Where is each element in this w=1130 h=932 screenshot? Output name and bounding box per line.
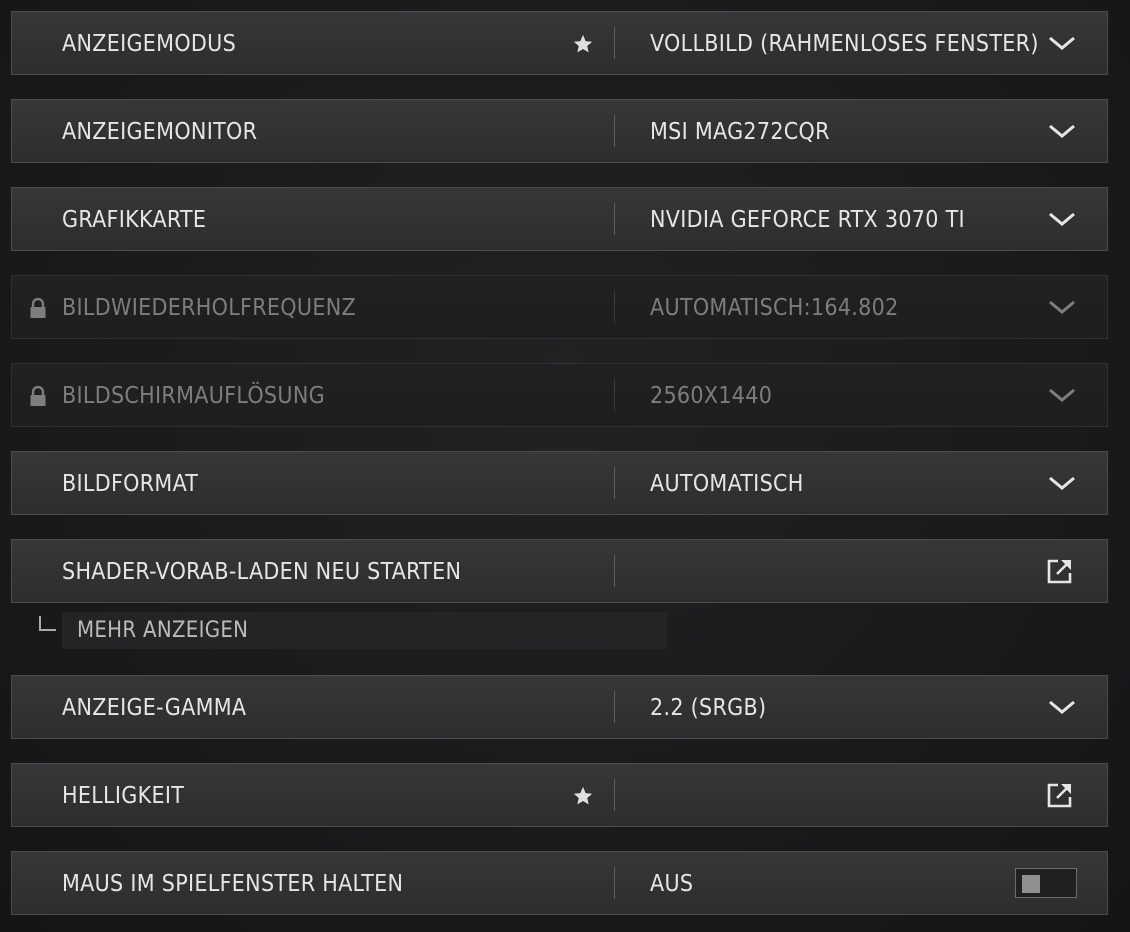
setting-value: AUS <box>650 871 694 897</box>
setting-label: ANZEIGEMONITOR <box>62 119 258 145</box>
chevron-down-icon[interactable] <box>1047 696 1077 718</box>
setting-value: NVIDIA GEFORCE RTX 3070 TI <box>650 207 965 233</box>
tree-branch-icon <box>39 616 56 631</box>
show-more-label: MEHR ANZEIGEN <box>77 618 249 643</box>
setting-label: BILDSCHIRMAUFLÖSUNG <box>62 383 325 409</box>
setting-label: GRAFIKKARTE <box>62 207 207 233</box>
divider <box>614 27 615 59</box>
setting-row-grafikkarte[interactable]: GRAFIKKARTE NVIDIA GEFORCE RTX 3070 TI <box>11 187 1108 251</box>
chevron-down-icon <box>1049 388 1075 402</box>
divider <box>614 291 615 323</box>
divider <box>614 115 615 147</box>
setting-row-bildformat[interactable]: BILDFORMAT AUTOMATISCH <box>11 451 1108 515</box>
setting-row-maus-im-spielfenster[interactable]: MAUS IM SPIELFENSTER HALTEN AUS <box>11 851 1108 915</box>
setting-label: SHADER-VORAB-LADEN NEU STARTEN <box>62 559 462 585</box>
divider <box>614 379 615 411</box>
setting-row-helligkeit[interactable]: HELLIGKEIT <box>11 763 1108 827</box>
setting-value: AUTOMATISCH <box>650 471 804 497</box>
star-icon[interactable] <box>572 33 594 55</box>
setting-value: AUTOMATISCH:164.802 <box>650 295 899 321</box>
setting-label: MAUS IM SPIELFENSTER HALTEN <box>62 871 404 897</box>
setting-row-bildschirmaufloesung: BILDSCHIRMAUFLÖSUNG 2560X1440 <box>11 363 1108 427</box>
setting-label: HELLIGKEIT <box>62 783 185 809</box>
star-icon[interactable] <box>572 785 594 807</box>
chevron-down-icon[interactable] <box>1047 32 1077 54</box>
chevron-down-icon[interactable] <box>1047 120 1077 142</box>
setting-value: MSI MAG272CQR <box>650 119 830 145</box>
setting-label: BILDFORMAT <box>62 471 199 497</box>
external-link-icon[interactable] <box>1046 557 1074 585</box>
chevron-down-icon[interactable] <box>1047 208 1077 230</box>
setting-label: ANZEIGEMODUS <box>62 31 237 57</box>
lock-icon <box>30 385 46 406</box>
divider <box>614 691 615 723</box>
setting-row-anzeigemonitor[interactable]: ANZEIGEMONITOR MSI MAG272CQR <box>11 99 1108 163</box>
chevron-down-icon[interactable] <box>1047 472 1077 494</box>
divider <box>614 779 615 811</box>
setting-row-bildwiederholfrequenz: BILDWIEDERHOLFREQUENZ AUTOMATISCH:164.80… <box>11 275 1108 339</box>
setting-label: ANZEIGE-GAMMA <box>62 695 247 721</box>
divider <box>614 555 615 587</box>
setting-value: 2560X1440 <box>650 383 773 409</box>
divider <box>614 867 615 899</box>
setting-label: BILDWIEDERHOLFREQUENZ <box>62 295 356 321</box>
toggle-knob <box>1022 875 1040 893</box>
show-more-button[interactable]: MEHR ANZEIGEN <box>62 612 667 649</box>
toggle-switch[interactable] <box>1015 868 1077 898</box>
setting-value: VOLLBILD (RAHMENLOSES FENSTER) <box>650 31 1039 57</box>
divider <box>614 467 615 499</box>
setting-row-anzeigemodus[interactable]: ANZEIGEMODUS VOLLBILD (RAHMENLOSES FENST… <box>11 11 1108 75</box>
chevron-down-icon <box>1049 300 1075 314</box>
setting-row-shader-vorab-laden[interactable]: SHADER-VORAB-LADEN NEU STARTEN <box>11 539 1108 603</box>
divider <box>614 203 615 235</box>
external-link-icon[interactable] <box>1046 781 1074 809</box>
lock-icon <box>30 297 46 318</box>
setting-row-anzeige-gamma[interactable]: ANZEIGE-GAMMA 2.2 (SRGB) <box>11 675 1108 739</box>
setting-value: 2.2 (SRGB) <box>650 695 767 721</box>
